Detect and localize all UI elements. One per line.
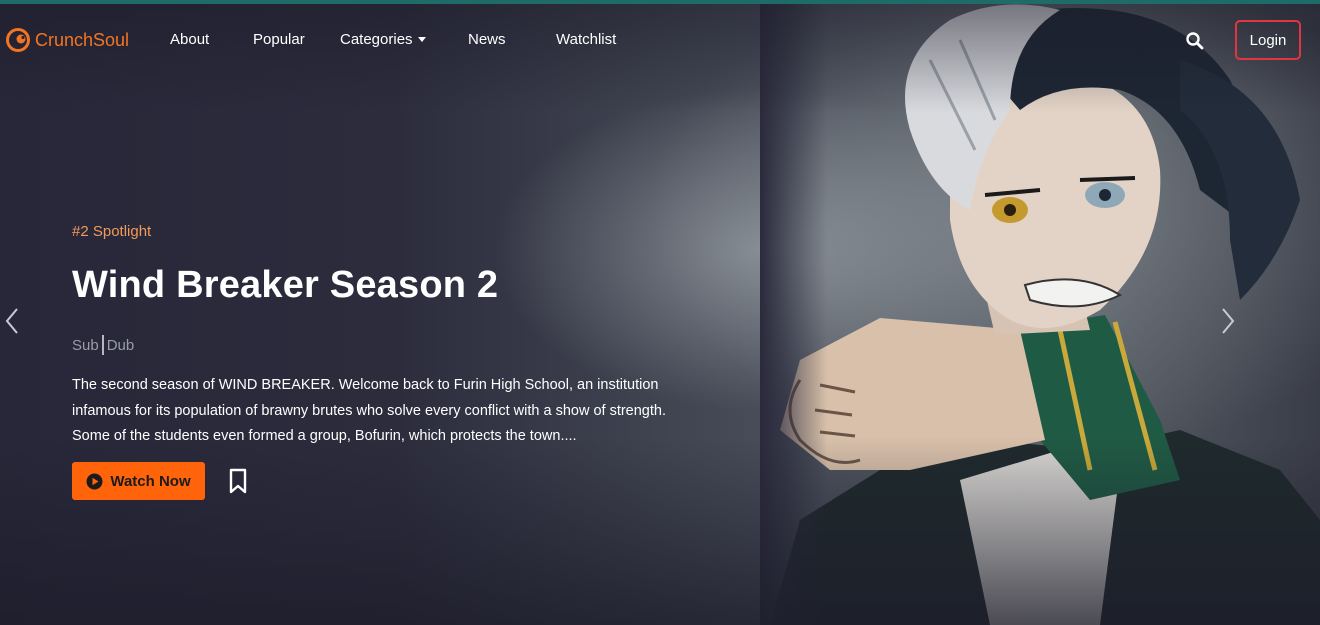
dub-label: Dub — [106, 336, 135, 354]
nav-popular[interactable]: Popular — [253, 31, 305, 48]
nav-watchlist-label: Watchlist — [556, 31, 617, 48]
nav-categories-dropdown[interactable]: Categories — [340, 31, 426, 48]
spotlight-description: The second season of WIND BREAKER. Welco… — [72, 377, 666, 444]
nav-watchlist[interactable]: Watchlist — [556, 31, 616, 48]
login-button-label: Login — [1249, 31, 1287, 49]
nav-popular-label: Popular — [253, 31, 305, 48]
sub-label: Sub — [72, 336, 99, 354]
audio-options: Sub Dub — [72, 335, 134, 355]
spotlight-rank: #2 Spotlight — [72, 223, 152, 240]
top-navbar: CrunchSoul About Popular Categories News… — [0, 4, 1320, 76]
brand-logo[interactable]: CrunchSoul — [6, 28, 129, 52]
chevron-right-icon[interactable] — [1220, 306, 1236, 336]
nav-about-label: About — [170, 31, 210, 48]
watch-now-button[interactable]: Watch Now — [72, 462, 205, 500]
hero-shade-overlay — [0, 0, 1320, 625]
brand-name: CrunchSoul — [35, 29, 130, 50]
bookmark-icon[interactable] — [228, 468, 248, 494]
nav-categories-label: Categories — [340, 31, 413, 48]
caret-down-icon — [417, 37, 426, 42]
crunchyroll-style-logo-icon — [6, 28, 30, 52]
chevron-left-icon[interactable] — [4, 306, 20, 336]
spotlight-title: Wind Breaker Season 2 — [72, 264, 499, 306]
login-button[interactable]: Login — [1235, 20, 1301, 60]
nav-about[interactable]: About — [170, 31, 209, 48]
watch-now-label: Watch Now — [110, 472, 191, 490]
nav-news[interactable]: News — [468, 31, 506, 48]
search-icon[interactable] — [1185, 31, 1205, 51]
nav-news-label: News — [468, 31, 506, 48]
play-circle-icon — [86, 473, 103, 489]
audio-divider — [101, 335, 104, 355]
